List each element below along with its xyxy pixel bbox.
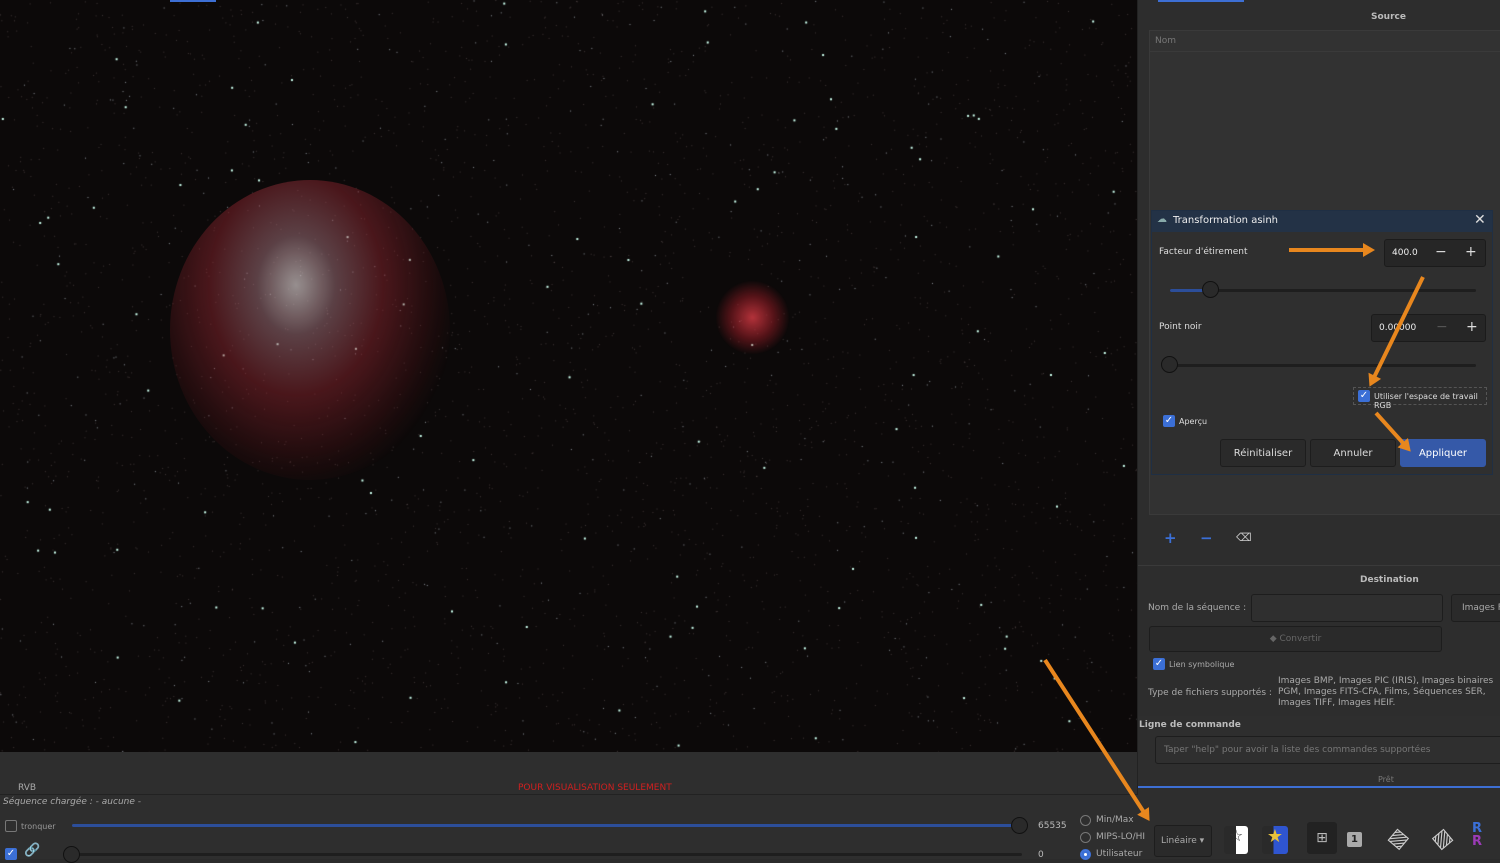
high-slider[interactable] bbox=[72, 824, 1022, 827]
stretch-label: Facteur d'étirement bbox=[1159, 247, 1248, 257]
stretch-spinbox[interactable]: 400.0 − + bbox=[1384, 239, 1486, 267]
rgb-workspace-label: Utiliser l'espace de travail RGB bbox=[1374, 392, 1478, 410]
lagoon-nebula bbox=[170, 180, 450, 480]
sequence-name-label: Nom de la séquence : bbox=[1148, 603, 1247, 613]
symlink-label: Lien symbolique bbox=[1169, 660, 1235, 669]
bottom-panel: RVB POUR VISUALISATION SEULEMENT Séquenc… bbox=[0, 752, 1137, 863]
black-point-spinbox[interactable]: 0.00000 − + bbox=[1371, 314, 1486, 342]
channel-label: RVB bbox=[18, 783, 37, 793]
source-title: Source bbox=[1371, 12, 1406, 22]
remove-file-icon[interactable]: − bbox=[1200, 529, 1213, 547]
format-dropdown[interactable]: Images F bbox=[1451, 594, 1500, 622]
link-checkbox[interactable]: ✓ bbox=[5, 848, 17, 860]
stretch-minus-button[interactable]: − bbox=[1435, 244, 1447, 260]
annotation-arrow bbox=[1289, 243, 1375, 257]
symlink-checkbox[interactable]: ✓ bbox=[1153, 658, 1165, 670]
dialog-titlebar[interactable]: ☁ Transformation asinh ✕ bbox=[1152, 211, 1492, 232]
black-point-slider-knob[interactable] bbox=[1161, 356, 1178, 373]
mode-minmax-label: Min/Max bbox=[1096, 815, 1134, 825]
image-viewer[interactable] bbox=[0, 0, 1137, 752]
mode-user-label: Utilisateur bbox=[1096, 849, 1143, 859]
convert-button[interactable]: ◆ Convertir bbox=[1149, 626, 1442, 652]
command-title: Ligne de commande bbox=[1139, 720, 1241, 730]
clear-list-icon[interactable]: ⌫ bbox=[1236, 531, 1252, 544]
command-input[interactable]: Taper "help" pour avoir la liste des com… bbox=[1155, 736, 1500, 764]
cancel-button[interactable]: Annuler bbox=[1310, 439, 1396, 467]
add-file-icon[interactable]: + bbox=[1164, 529, 1177, 547]
reset-button[interactable]: Réinitialiser bbox=[1220, 439, 1306, 467]
astro-image bbox=[0, 0, 1137, 752]
close-icon[interactable]: ✕ bbox=[1474, 212, 1486, 228]
trifid-nebula bbox=[715, 280, 790, 355]
high-slider-knob[interactable] bbox=[1011, 817, 1028, 834]
black-minus-button[interactable]: − bbox=[1436, 319, 1448, 335]
low-slider-knob[interactable] bbox=[63, 846, 80, 863]
link-icon[interactable]: 🔗 bbox=[24, 843, 40, 858]
truncate-label: tronquer bbox=[21, 822, 56, 831]
preview-checkbox[interactable]: ✓ bbox=[1163, 415, 1175, 427]
rgb-flip-icon[interactable]: RR bbox=[1472, 822, 1482, 848]
color-star-icon[interactable]: ★ bbox=[1262, 826, 1288, 854]
dialog-title: Transformation asinh bbox=[1173, 215, 1278, 226]
stretch-value[interactable]: 400.0 bbox=[1392, 248, 1418, 258]
preview-notice: POUR VISUALISATION SEULEMENT bbox=[518, 783, 672, 793]
filetypes-list: Images BMP, Images PIC (IRIS), Images bi… bbox=[1278, 676, 1494, 708]
black-point-label: Point noir bbox=[1159, 322, 1202, 332]
sequence-name-input[interactable] bbox=[1251, 594, 1443, 622]
black-point-slider[interactable] bbox=[1162, 364, 1476, 367]
filetypes-label: Type de fichiers supportés : bbox=[1148, 688, 1272, 698]
truncate-checkbox[interactable] bbox=[5, 820, 17, 832]
column-name-header: Nom bbox=[1155, 36, 1177, 46]
format-value: Images F bbox=[1462, 603, 1500, 613]
black-plus-button[interactable]: + bbox=[1466, 319, 1478, 335]
mode-mips-label: MIPS-LO/HI bbox=[1096, 832, 1146, 842]
low-slider[interactable] bbox=[72, 853, 1022, 856]
status-label: Prêt bbox=[1378, 775, 1394, 784]
zoom-one-icon[interactable]: 1 bbox=[1347, 832, 1362, 847]
rgb-workspace-checkbox-row[interactable]: ✓ Utiliser l'espace de travail RGB bbox=[1353, 387, 1487, 410]
stretch-slider-knob[interactable] bbox=[1201, 281, 1219, 298]
command-placeholder: Taper "help" pour avoir la liste des com… bbox=[1164, 745, 1431, 755]
mode-minmax-radio[interactable] bbox=[1080, 815, 1091, 826]
convert-label: Convertir bbox=[1279, 634, 1322, 644]
scale-value: Linéaire bbox=[1161, 836, 1197, 846]
mode-mips-radio[interactable] bbox=[1080, 832, 1091, 843]
sequence-loaded: Séquence chargée : - aucune - bbox=[3, 797, 141, 807]
stretch-plus-button[interactable]: + bbox=[1465, 244, 1477, 260]
fit-screen-icon[interactable]: ⊞ bbox=[1307, 822, 1337, 854]
tab-indicator bbox=[170, 0, 216, 2]
scale-dropdown[interactable]: Linéaire ▾ bbox=[1154, 825, 1212, 857]
star-toggle-icon[interactable]: ☆ bbox=[1224, 826, 1248, 854]
rgb-workspace-checkbox[interactable]: ✓ bbox=[1358, 390, 1370, 402]
mode-user-radio[interactable] bbox=[1080, 849, 1091, 860]
preview-label: Aperçu bbox=[1179, 417, 1208, 426]
destination-title: Destination bbox=[1360, 575, 1419, 585]
dialog-app-icon: ☁ bbox=[1157, 214, 1167, 225]
high-value: 65535 bbox=[1038, 821, 1067, 831]
